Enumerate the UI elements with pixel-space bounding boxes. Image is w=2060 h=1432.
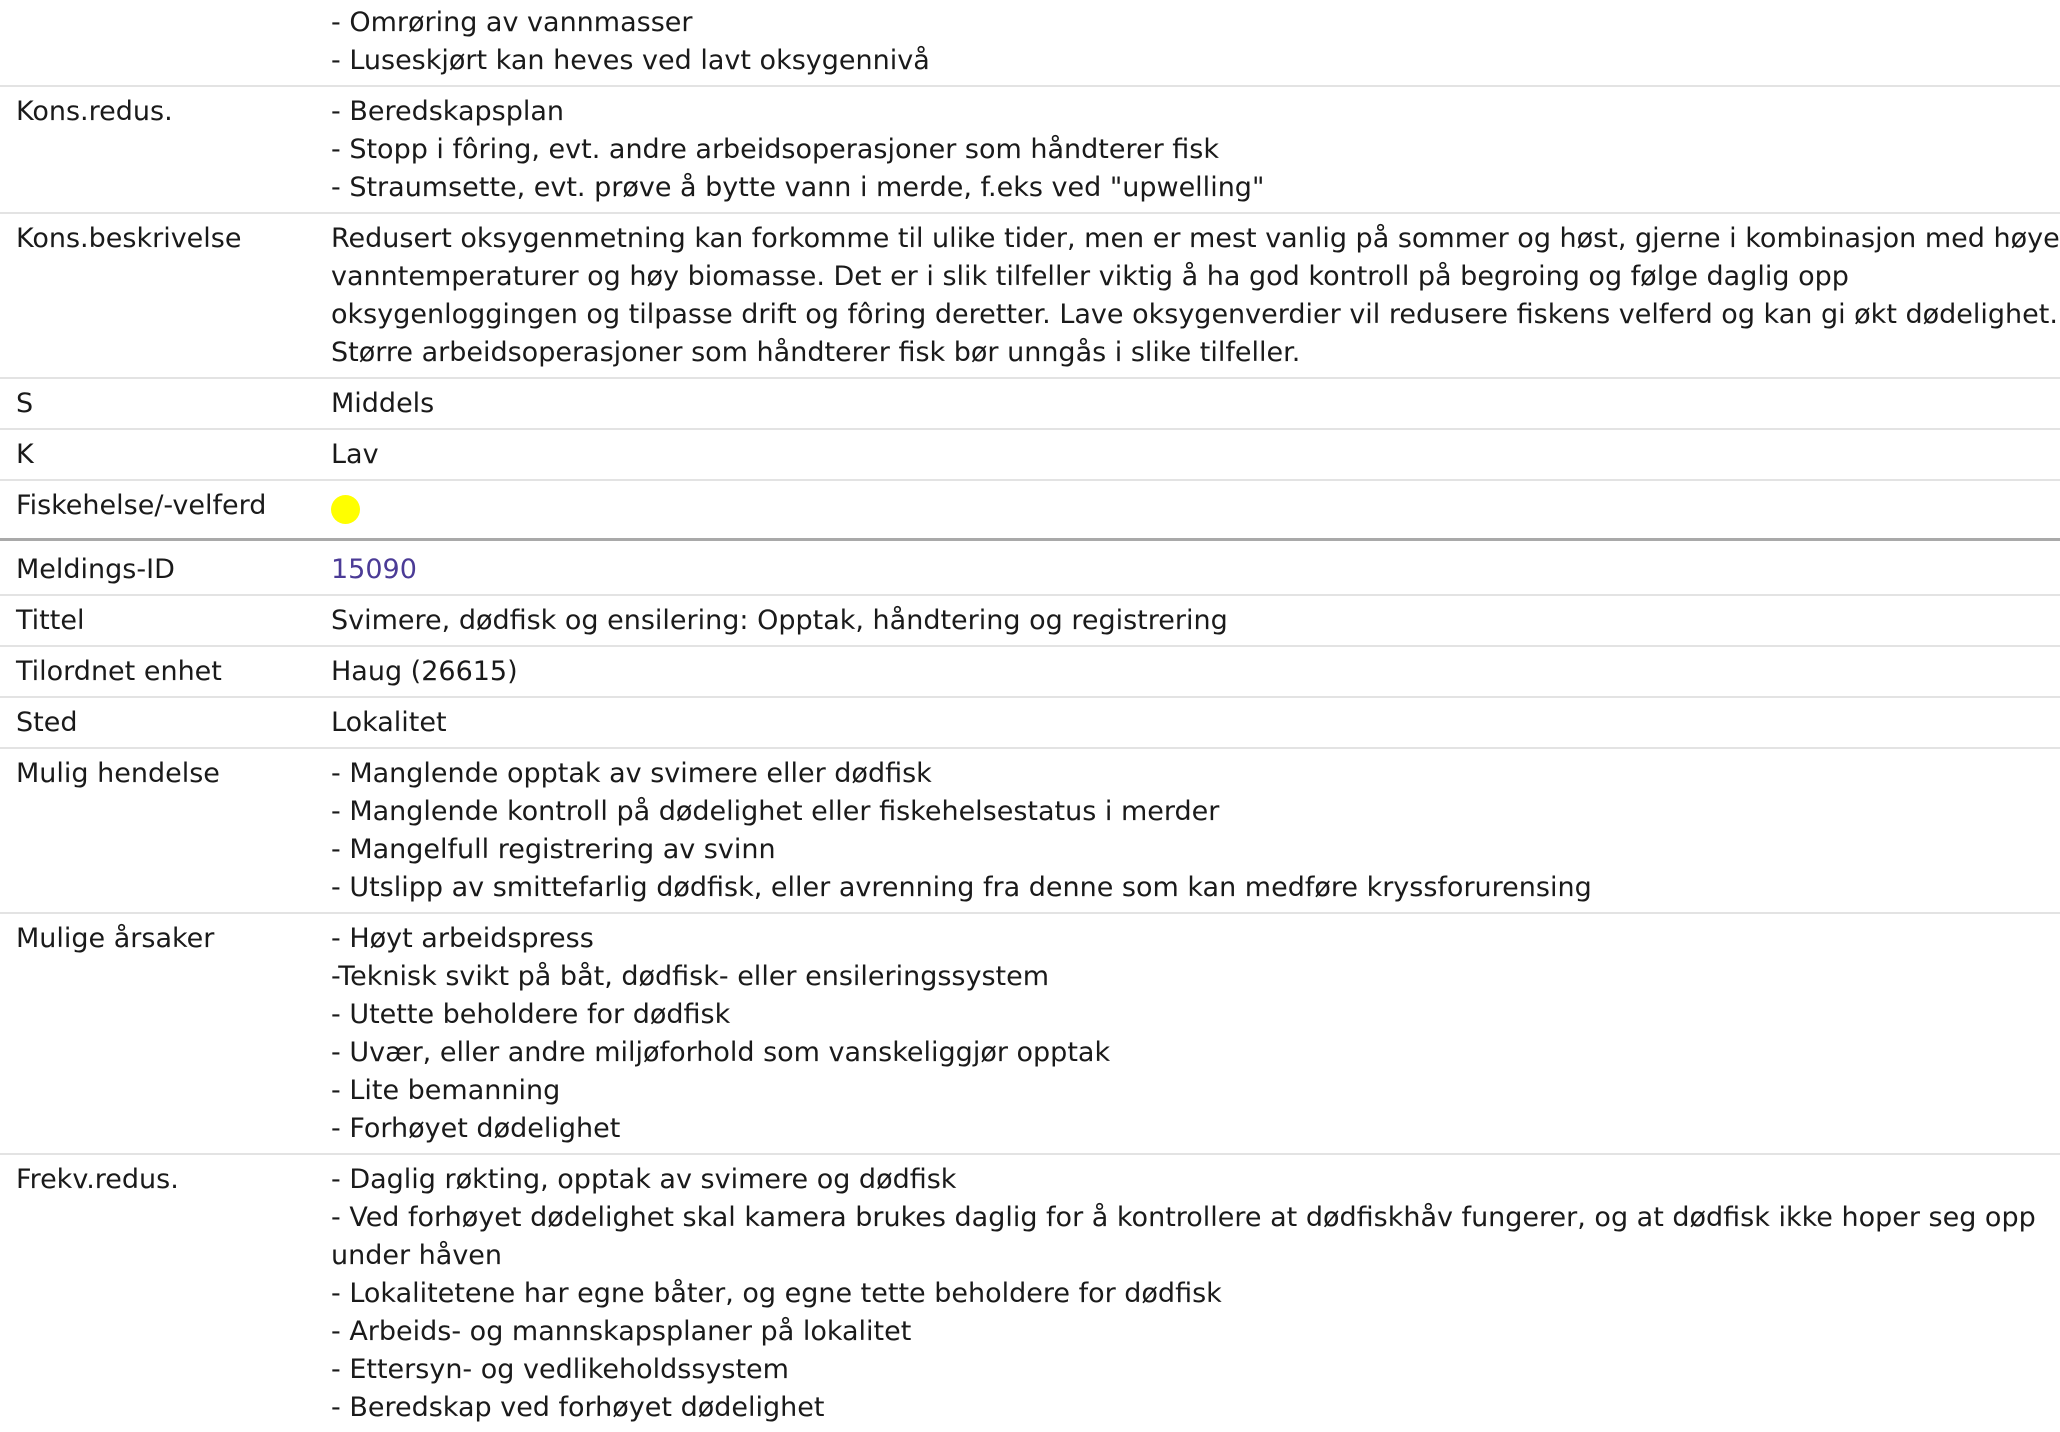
description-text: Redusert oksygenmetning kan forkomme til… bbox=[331, 223, 2060, 368]
list-line: - Utslipp av smittefarlig dødfisk, eller… bbox=[331, 872, 1592, 903]
list-line: - Luseskjørt kan heves ved lavt oksygenn… bbox=[331, 45, 930, 76]
row-mulig-hendelse: Mulig hendelse - Manglende opptak av svi… bbox=[0, 749, 2060, 914]
list-line: - Høyt arbeidspress bbox=[331, 923, 594, 954]
row-value: 15090 bbox=[331, 551, 2060, 589]
message-id-link[interactable]: 15090 bbox=[331, 554, 417, 585]
list-line: - Lite bemanning bbox=[331, 1075, 561, 1106]
row-label: Fiskehelse/-velferd bbox=[16, 490, 267, 521]
list-line: - Omrøring av vannmasser bbox=[331, 7, 693, 38]
row-value: Middels bbox=[331, 388, 435, 419]
list-line: - Uvær, eller andre miljøforhold som van… bbox=[331, 1037, 1111, 1068]
list-line: - Beredskap ved forhøyet dødelighet bbox=[331, 1392, 825, 1423]
status-indicator-dot bbox=[331, 495, 360, 524]
row-value bbox=[331, 487, 2060, 525]
row-mulige-arsaker: Mulige årsaker - Høyt arbeidspress -Tekn… bbox=[0, 914, 2060, 1155]
list-line: - Utette beholdere for dødfisk bbox=[331, 999, 731, 1030]
row-label: Kons.beskrivelse bbox=[16, 223, 242, 254]
row-value: - Omrøring av vannmasser - Luseskjørt ka… bbox=[331, 4, 2060, 80]
list-line: - Ettersyn- og vedlikeholdssystem bbox=[331, 1354, 789, 1385]
row-label: Sted bbox=[16, 707, 78, 738]
row-frekv-redus: Frekv.redus. - Daglig røkting, opptak av… bbox=[0, 1155, 2060, 1432]
list-line: - Lokalitetene har egne båter, og egne t… bbox=[331, 1278, 1222, 1309]
list-line: - Manglende kontroll på dødelighet eller… bbox=[331, 796, 1220, 827]
list-line: - Beredskapsplan bbox=[331, 96, 564, 127]
row-value: Lav bbox=[331, 439, 379, 470]
row-label: Mulige årsaker bbox=[16, 923, 215, 954]
row-label-empty bbox=[0, 4, 331, 80]
list-line: - Mangelfull registrering av svinn bbox=[331, 834, 776, 865]
list-line: - Manglende opptak av svimere eller dødf… bbox=[331, 758, 932, 789]
row-label: Kons.redus. bbox=[16, 96, 173, 127]
row-label: K bbox=[16, 439, 34, 470]
list-line: - Arbeids- og mannskapsplaner på lokalit… bbox=[331, 1316, 912, 1347]
list-line: - Stopp i fôring, evt. andre arbeidsoper… bbox=[331, 134, 1219, 165]
list-line: - Daglig røkting, opptak av svimere og d… bbox=[331, 1164, 957, 1195]
report-page: - Omrøring av vannmasser - Luseskjørt ka… bbox=[0, 0, 2060, 1423]
row-fiskehelse: Fiskehelse/-velferd bbox=[0, 481, 2060, 530]
row-value: Lokalitet bbox=[331, 707, 447, 738]
record-separator bbox=[0, 530, 2060, 541]
row-label: Meldings-ID bbox=[16, 554, 175, 585]
row-label: Mulig hendelse bbox=[16, 758, 220, 789]
row-label: Tittel bbox=[16, 605, 85, 636]
row-label: Frekv.redus. bbox=[16, 1164, 179, 1195]
row-s: S Middels bbox=[0, 379, 2060, 430]
row-continued-measures: - Omrøring av vannmasser - Luseskjørt ka… bbox=[0, 0, 2060, 87]
row-kons-redus: Kons.redus. - Beredskapsplan - Stopp i f… bbox=[0, 87, 2060, 214]
row-value: - Høyt arbeidspress -Teknisk svikt på bå… bbox=[331, 920, 2060, 1148]
row-value: - Beredskapsplan - Stopp i fôring, evt. … bbox=[331, 93, 2060, 207]
row-value: - Daglig røkting, opptak av svimere og d… bbox=[331, 1161, 2060, 1427]
row-value: Redusert oksygenmetning kan forkomme til… bbox=[331, 220, 2060, 372]
row-meldings-id: Meldings-ID 15090 bbox=[0, 541, 2060, 596]
row-value: - Manglende opptak av svimere eller dødf… bbox=[331, 755, 2060, 907]
row-tittel: Tittel Svimere, dødfisk og ensilering: O… bbox=[0, 596, 2060, 647]
list-line: - Forhøyet dødelighet bbox=[331, 1113, 621, 1144]
row-value: Svimere, dødfisk og ensilering: Opptak, … bbox=[331, 605, 1228, 636]
list-line: -Teknisk svikt på båt, dødfisk- eller en… bbox=[331, 961, 1050, 992]
row-value: Haug (26615) bbox=[331, 656, 518, 687]
list-line: - Straumsette, evt. prøve å bytte vann i… bbox=[331, 172, 1265, 203]
row-label: Tilordnet enhet bbox=[16, 656, 222, 687]
row-k: K Lav bbox=[0, 430, 2060, 481]
list-line: - Ved forhøyet dødelighet skal kamera br… bbox=[331, 1202, 2036, 1271]
row-label: S bbox=[16, 388, 34, 419]
row-sted: Sted Lokalitet bbox=[0, 698, 2060, 749]
row-kons-beskrivelse: Kons.beskrivelse Redusert oksygenmetning… bbox=[0, 214, 2060, 379]
row-tilordnet-enhet: Tilordnet enhet Haug (26615) bbox=[0, 647, 2060, 698]
